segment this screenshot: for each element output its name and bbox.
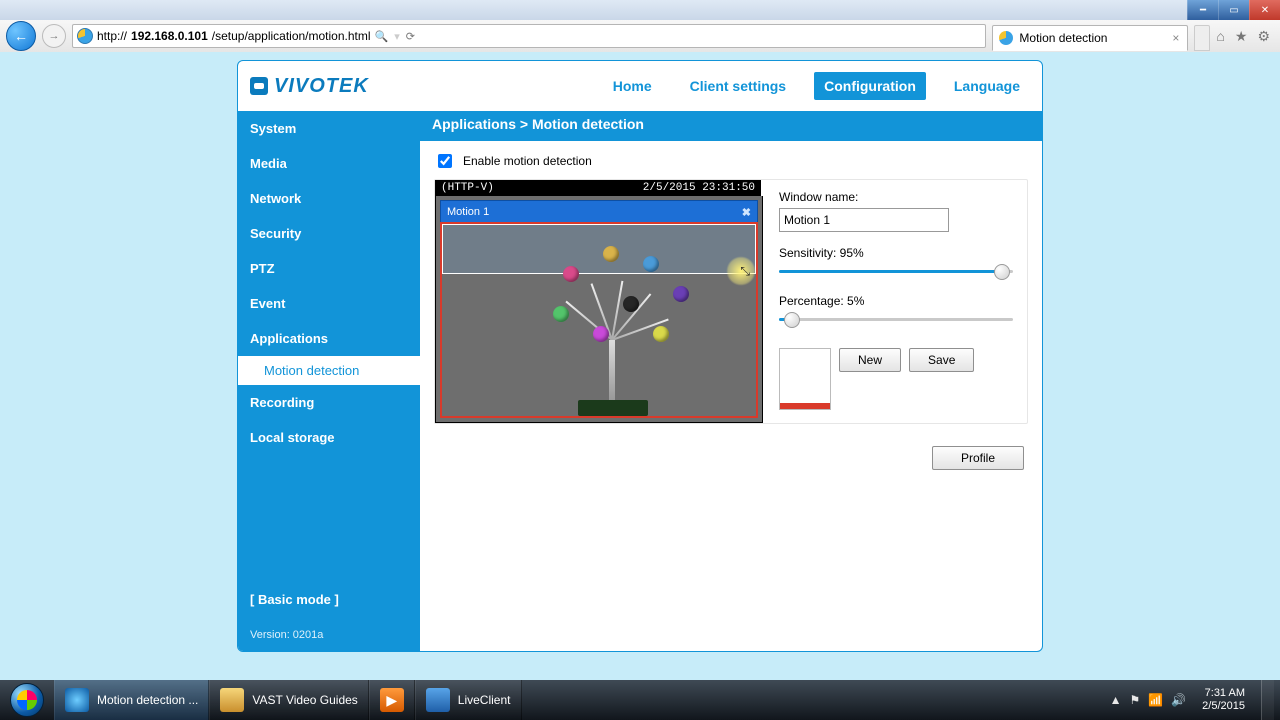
ie-icon [999, 31, 1013, 45]
window-close-button[interactable]: ✕ [1249, 0, 1280, 20]
browser-tab[interactable]: Motion detection × [992, 25, 1188, 51]
sidebar-item-network[interactable]: Network [238, 181, 420, 216]
percentage-slider[interactable] [779, 312, 1013, 328]
tray-time: 7:31 AM [1202, 687, 1245, 700]
scene-object [543, 246, 703, 416]
nav-client-settings[interactable]: Client settings [680, 72, 796, 100]
profile-button[interactable]: Profile [932, 446, 1024, 470]
ie-icon [65, 688, 89, 712]
window-name-label: Window name: [779, 190, 1013, 204]
taskbar-item-media-player[interactable]: ▶ [369, 680, 415, 720]
motion-window-titlebar[interactable]: Motion 1 ✖ [440, 200, 758, 224]
sidebar-item-recording[interactable]: Recording [238, 385, 420, 420]
browser-toolbar: ← → http:// 192.168.0.101/setup/applicati… [0, 20, 1280, 53]
nav-language[interactable]: Language [944, 72, 1030, 100]
new-tab-button[interactable] [1194, 25, 1210, 51]
taskbar-label: VAST Video Guides [252, 693, 357, 707]
search-icon[interactable]: 🔍 [375, 30, 389, 43]
sidebar-item-security[interactable]: Security [238, 216, 420, 251]
refresh-icon[interactable]: ⟳ [406, 30, 415, 43]
sensitivity-thumb[interactable] [994, 264, 1010, 280]
volume-icon[interactable]: 🔊 [1171, 693, 1186, 707]
window-maximize-button[interactable]: ▭ [1218, 0, 1249, 20]
windows-orb-icon [10, 683, 44, 717]
show-desktop-button[interactable] [1261, 680, 1274, 720]
network-icon[interactable]: 📶 [1148, 693, 1163, 707]
top-nav: Home Client settings Configuration Langu… [603, 72, 1030, 100]
window-name-input[interactable] [779, 208, 949, 232]
nav-configuration[interactable]: Configuration [814, 72, 926, 100]
config-card: VIVOTEK Home Client settings Configurati… [237, 60, 1043, 652]
sidebar-sub-motion-detection[interactable]: Motion detection [238, 356, 420, 385]
sidebar-item-local-storage[interactable]: Local storage [238, 420, 420, 455]
sidebar-version: Version: 0201a [238, 619, 420, 651]
address-bar[interactable]: http:// 192.168.0.101/setup/application/m… [72, 24, 986, 48]
tab-close-icon[interactable]: × [1172, 31, 1179, 45]
flag-icon[interactable]: ⚑ [1130, 693, 1141, 707]
logo-icon [250, 77, 268, 95]
taskbar-item-ie[interactable]: Motion detection ... [54, 680, 209, 720]
enable-motion-checkbox[interactable] [438, 154, 452, 168]
percentage-label: Percentage: 5% [779, 294, 1013, 308]
sensitivity-label: Sensitivity: 95% [779, 246, 1013, 260]
folder-icon [220, 688, 244, 712]
url-host: 192.168.0.101 [131, 29, 208, 43]
taskbar: Motion detection ... VAST Video Guides ▶… [0, 680, 1280, 720]
liveclient-icon [426, 688, 450, 712]
resize-cursor-icon: ⤡ [740, 264, 750, 279]
motion-window-title: Motion 1 [447, 206, 489, 218]
tray-clock[interactable]: 7:31 AM 2/5/2015 [1194, 687, 1253, 713]
breadcrumb: Applications > Motion detection [420, 111, 1042, 141]
vivotek-logo: VIVOTEK [250, 75, 369, 98]
forward-button[interactable]: → [42, 24, 66, 48]
url-prefix: http:// [97, 29, 127, 43]
new-button[interactable]: New [839, 348, 901, 372]
video-panel: (HTTP-V) 2/5/2015 23:31:50 Motion 1 ✖ [435, 180, 761, 423]
tools-icon[interactable]: ⚙ [1257, 28, 1270, 45]
tab-title: Motion detection [1019, 31, 1107, 45]
motion-window-close-icon[interactable]: ✖ [742, 206, 751, 219]
taskbar-item-liveclient[interactable]: LiveClient [415, 680, 522, 720]
favorites-icon[interactable]: ★ [1235, 28, 1248, 45]
window-minimize-button[interactable]: ━ [1187, 0, 1218, 20]
logo-text: VIVOTEK [274, 75, 369, 98]
sidebar-basic-mode[interactable]: [ Basic mode ] [238, 580, 420, 619]
system-tray: ▲ ⚑ 📶 🔊 7:31 AM 2/5/2015 [1104, 680, 1280, 720]
sensitivity-slider[interactable] [779, 264, 1013, 280]
sidebar-item-system[interactable]: System [238, 111, 420, 146]
tray-date: 2/5/2015 [1202, 700, 1245, 713]
sidebar-item-media[interactable]: Media [238, 146, 420, 181]
tray-up-icon[interactable]: ▲ [1110, 693, 1122, 707]
media-player-icon: ▶ [380, 688, 404, 712]
activity-preview [779, 348, 831, 410]
sidebar: System Media Network Security PTZ Event … [238, 111, 420, 651]
ie-icon [77, 28, 93, 44]
taskbar-label: Motion detection ... [97, 693, 198, 707]
start-button[interactable] [0, 680, 54, 720]
back-button[interactable]: ← [6, 21, 36, 51]
sidebar-item-event[interactable]: Event [238, 286, 420, 321]
save-button[interactable]: Save [909, 348, 974, 372]
home-icon[interactable]: ⌂ [1216, 28, 1224, 45]
enable-motion-label: Enable motion detection [463, 154, 592, 168]
taskbar-label: LiveClient [458, 693, 511, 707]
sidebar-item-applications[interactable]: Applications [238, 321, 420, 356]
video-preview[interactable]: Motion 1 ✖ ⤡ [435, 196, 763, 423]
percentage-thumb[interactable] [784, 312, 800, 328]
sidebar-item-ptz[interactable]: PTZ [238, 251, 420, 286]
stream-label: (HTTP-V) [441, 182, 494, 194]
stream-timestamp: 2/5/2015 23:31:50 [643, 182, 755, 194]
url-path: /setup/application/motion.html [212, 29, 371, 43]
nav-home[interactable]: Home [603, 72, 662, 100]
taskbar-item-explorer[interactable]: VAST Video Guides [209, 680, 368, 720]
